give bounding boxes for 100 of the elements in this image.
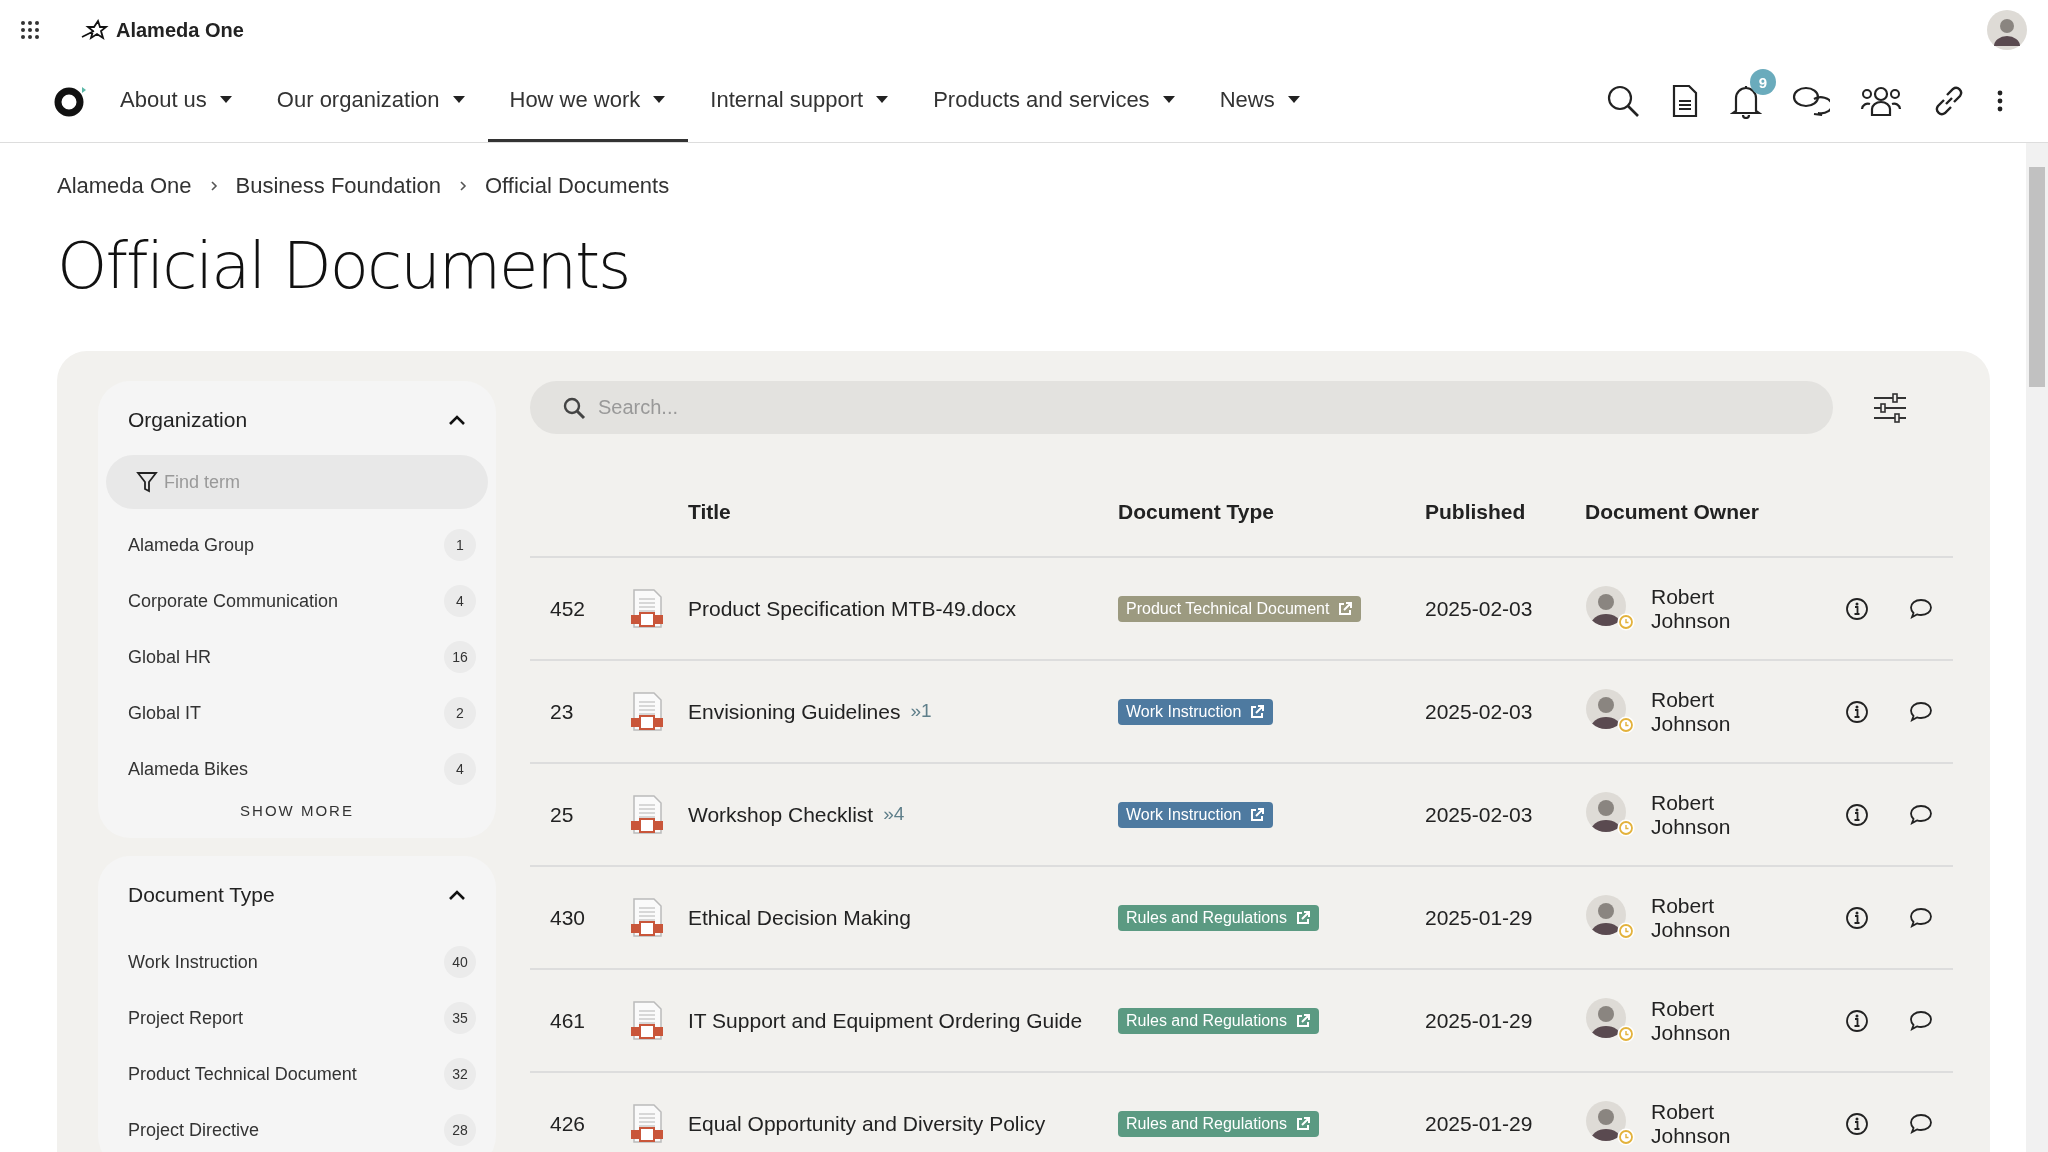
- published-date: 2025-01-29: [1425, 1111, 1533, 1136]
- clock-icon: [1617, 612, 1635, 631]
- comment-icon[interactable]: [1909, 803, 1933, 826]
- more-options-icon[interactable]: [1996, 89, 2004, 113]
- info-icon[interactable]: [1845, 699, 1869, 724]
- caret-icon: [1161, 95, 1176, 104]
- filter-option[interactable]: Project Directive: [128, 1119, 260, 1141]
- document-icon: [630, 691, 664, 732]
- column-header[interactable]: Document Owner: [1585, 500, 1759, 524]
- row-number: 430: [550, 905, 586, 930]
- app-launcher-icon[interactable]: [20, 20, 40, 40]
- count-badge: 1: [444, 529, 476, 561]
- caret-icon: [1286, 95, 1301, 104]
- owner-name[interactable]: Robert Johnson: [1651, 688, 1751, 735]
- document-icon[interactable]: [1670, 84, 1700, 118]
- filter-option[interactable]: Corporate Communication: [128, 590, 339, 612]
- count-badge: 4: [444, 753, 476, 785]
- column-header[interactable]: Document Type: [1118, 500, 1274, 524]
- clock-icon: [1617, 818, 1635, 837]
- document-title-link[interactable]: Equal Opportunity and Diversity Policy: [688, 1107, 1046, 1140]
- search-field[interactable]: Search...: [530, 381, 1833, 434]
- clock-icon: [1617, 715, 1635, 734]
- clock-icon: [1617, 1127, 1635, 1146]
- filter-option[interactable]: Global IT: [128, 702, 202, 724]
- filter-option[interactable]: Project Report: [128, 1007, 244, 1029]
- nav-tab[interactable]: Products and services: [911, 60, 1198, 142]
- count-badge: 16: [444, 641, 476, 673]
- document-icon: [630, 794, 664, 835]
- count-badge: 4: [444, 585, 476, 617]
- document-title-link[interactable]: Product Specification MTB-49.docx: [688, 592, 1016, 625]
- external-link-icon: [1295, 1012, 1311, 1029]
- document-icon: [630, 1103, 664, 1144]
- search-icon[interactable]: [1606, 84, 1640, 118]
- breadcrumb-link[interactable]: Business Foundation: [235, 173, 441, 199]
- filter-option[interactable]: Global HR: [128, 646, 212, 668]
- comment-icon[interactable]: [1909, 1112, 1933, 1135]
- filter-option[interactable]: Work Instruction: [128, 951, 258, 973]
- filter-option[interactable]: Alameda Bikes: [128, 758, 249, 780]
- comment-icon[interactable]: [1909, 1009, 1933, 1032]
- clock-icon: [1617, 1024, 1635, 1043]
- published-date: 2025-01-29: [1425, 905, 1533, 930]
- row-number: 452: [550, 596, 586, 621]
- comment-icon[interactable]: [1909, 597, 1933, 620]
- brand-name[interactable]: Alameda One: [116, 18, 244, 42]
- info-icon[interactable]: [1845, 905, 1869, 930]
- published-date: 2025-02-03: [1425, 802, 1533, 827]
- find-term-field[interactable]: Find term: [106, 455, 488, 509]
- info-icon[interactable]: [1845, 802, 1869, 827]
- count-badge: 28: [444, 1114, 476, 1146]
- info-icon[interactable]: [1845, 1111, 1869, 1136]
- filter-title: Organization: [128, 408, 248, 432]
- filter-settings-icon[interactable]: [1873, 392, 1907, 423]
- chevron-up-icon[interactable]: [448, 889, 466, 901]
- nav-tab[interactable]: Our organization: [254, 60, 488, 142]
- comment-icon[interactable]: [1909, 906, 1933, 929]
- owner-name[interactable]: Robert Johnson: [1651, 997, 1751, 1044]
- owner-name[interactable]: Robert Johnson: [1651, 1100, 1751, 1147]
- nav-tab[interactable]: About us: [98, 60, 255, 142]
- comment-icon[interactable]: [1909, 700, 1933, 723]
- breadcrumb-link[interactable]: Alameda One: [57, 173, 192, 199]
- version-link[interactable]: »4: [883, 800, 905, 829]
- chevron-right-icon: [459, 180, 467, 192]
- chat-bubbles-icon[interactable]: [1792, 85, 1830, 117]
- ring-logo-icon[interactable]: [54, 84, 88, 118]
- filter-title: Document Type: [128, 883, 275, 907]
- scrollbar[interactable]: [2026, 143, 2048, 1152]
- owner-name[interactable]: Robert Johnson: [1651, 791, 1751, 838]
- owner-name[interactable]: Robert Johnson: [1651, 894, 1751, 941]
- info-icon[interactable]: [1845, 1008, 1869, 1033]
- filter-option[interactable]: Alameda Group: [128, 534, 255, 556]
- version-link[interactable]: »1: [910, 697, 932, 726]
- nav-tab[interactable]: Internal support: [688, 60, 912, 142]
- row-number: 25: [550, 802, 574, 827]
- row-number: 426: [550, 1111, 586, 1136]
- caret-icon: [875, 95, 890, 104]
- document-icon: [630, 897, 664, 938]
- owner-name[interactable]: Robert Johnson: [1651, 585, 1751, 632]
- nav-tab[interactable]: News: [1197, 60, 1323, 142]
- people-icon[interactable]: [1860, 85, 1902, 117]
- document-title-link[interactable]: Ethical Decision Making: [688, 901, 911, 934]
- column-header[interactable]: Title: [688, 500, 731, 524]
- breadcrumb-link[interactable]: Official Documents: [485, 173, 670, 199]
- clock-icon: [1617, 921, 1635, 940]
- avatar-icon[interactable]: [1986, 9, 2028, 51]
- notification-badge: 9: [1750, 69, 1776, 95]
- chevron-up-icon[interactable]: [448, 414, 466, 426]
- count-badge: 35: [444, 1002, 476, 1034]
- document-title-link[interactable]: Workshop Checklist: [688, 798, 874, 831]
- show-more-button[interactable]: SHOW MORE: [234, 801, 360, 820]
- document-type-tag[interactable]: Work Instruction: [1118, 698, 1274, 725]
- count-badge: 40: [444, 946, 476, 978]
- document-title-link[interactable]: Envisioning Guidelines: [688, 695, 901, 728]
- published-date: 2025-02-03: [1425, 699, 1533, 724]
- filter-option[interactable]: Product Technical Document: [128, 1063, 357, 1085]
- info-icon[interactable]: [1845, 596, 1869, 621]
- column-header[interactable]: Published: [1425, 500, 1526, 524]
- nav-tab[interactable]: How we work: [487, 60, 689, 142]
- caret-icon: [218, 95, 233, 104]
- document-type-tag[interactable]: Work Instruction: [1118, 801, 1274, 828]
- document-title-link[interactable]: IT Support and Equipment Ordering Guide: [688, 1004, 1083, 1037]
